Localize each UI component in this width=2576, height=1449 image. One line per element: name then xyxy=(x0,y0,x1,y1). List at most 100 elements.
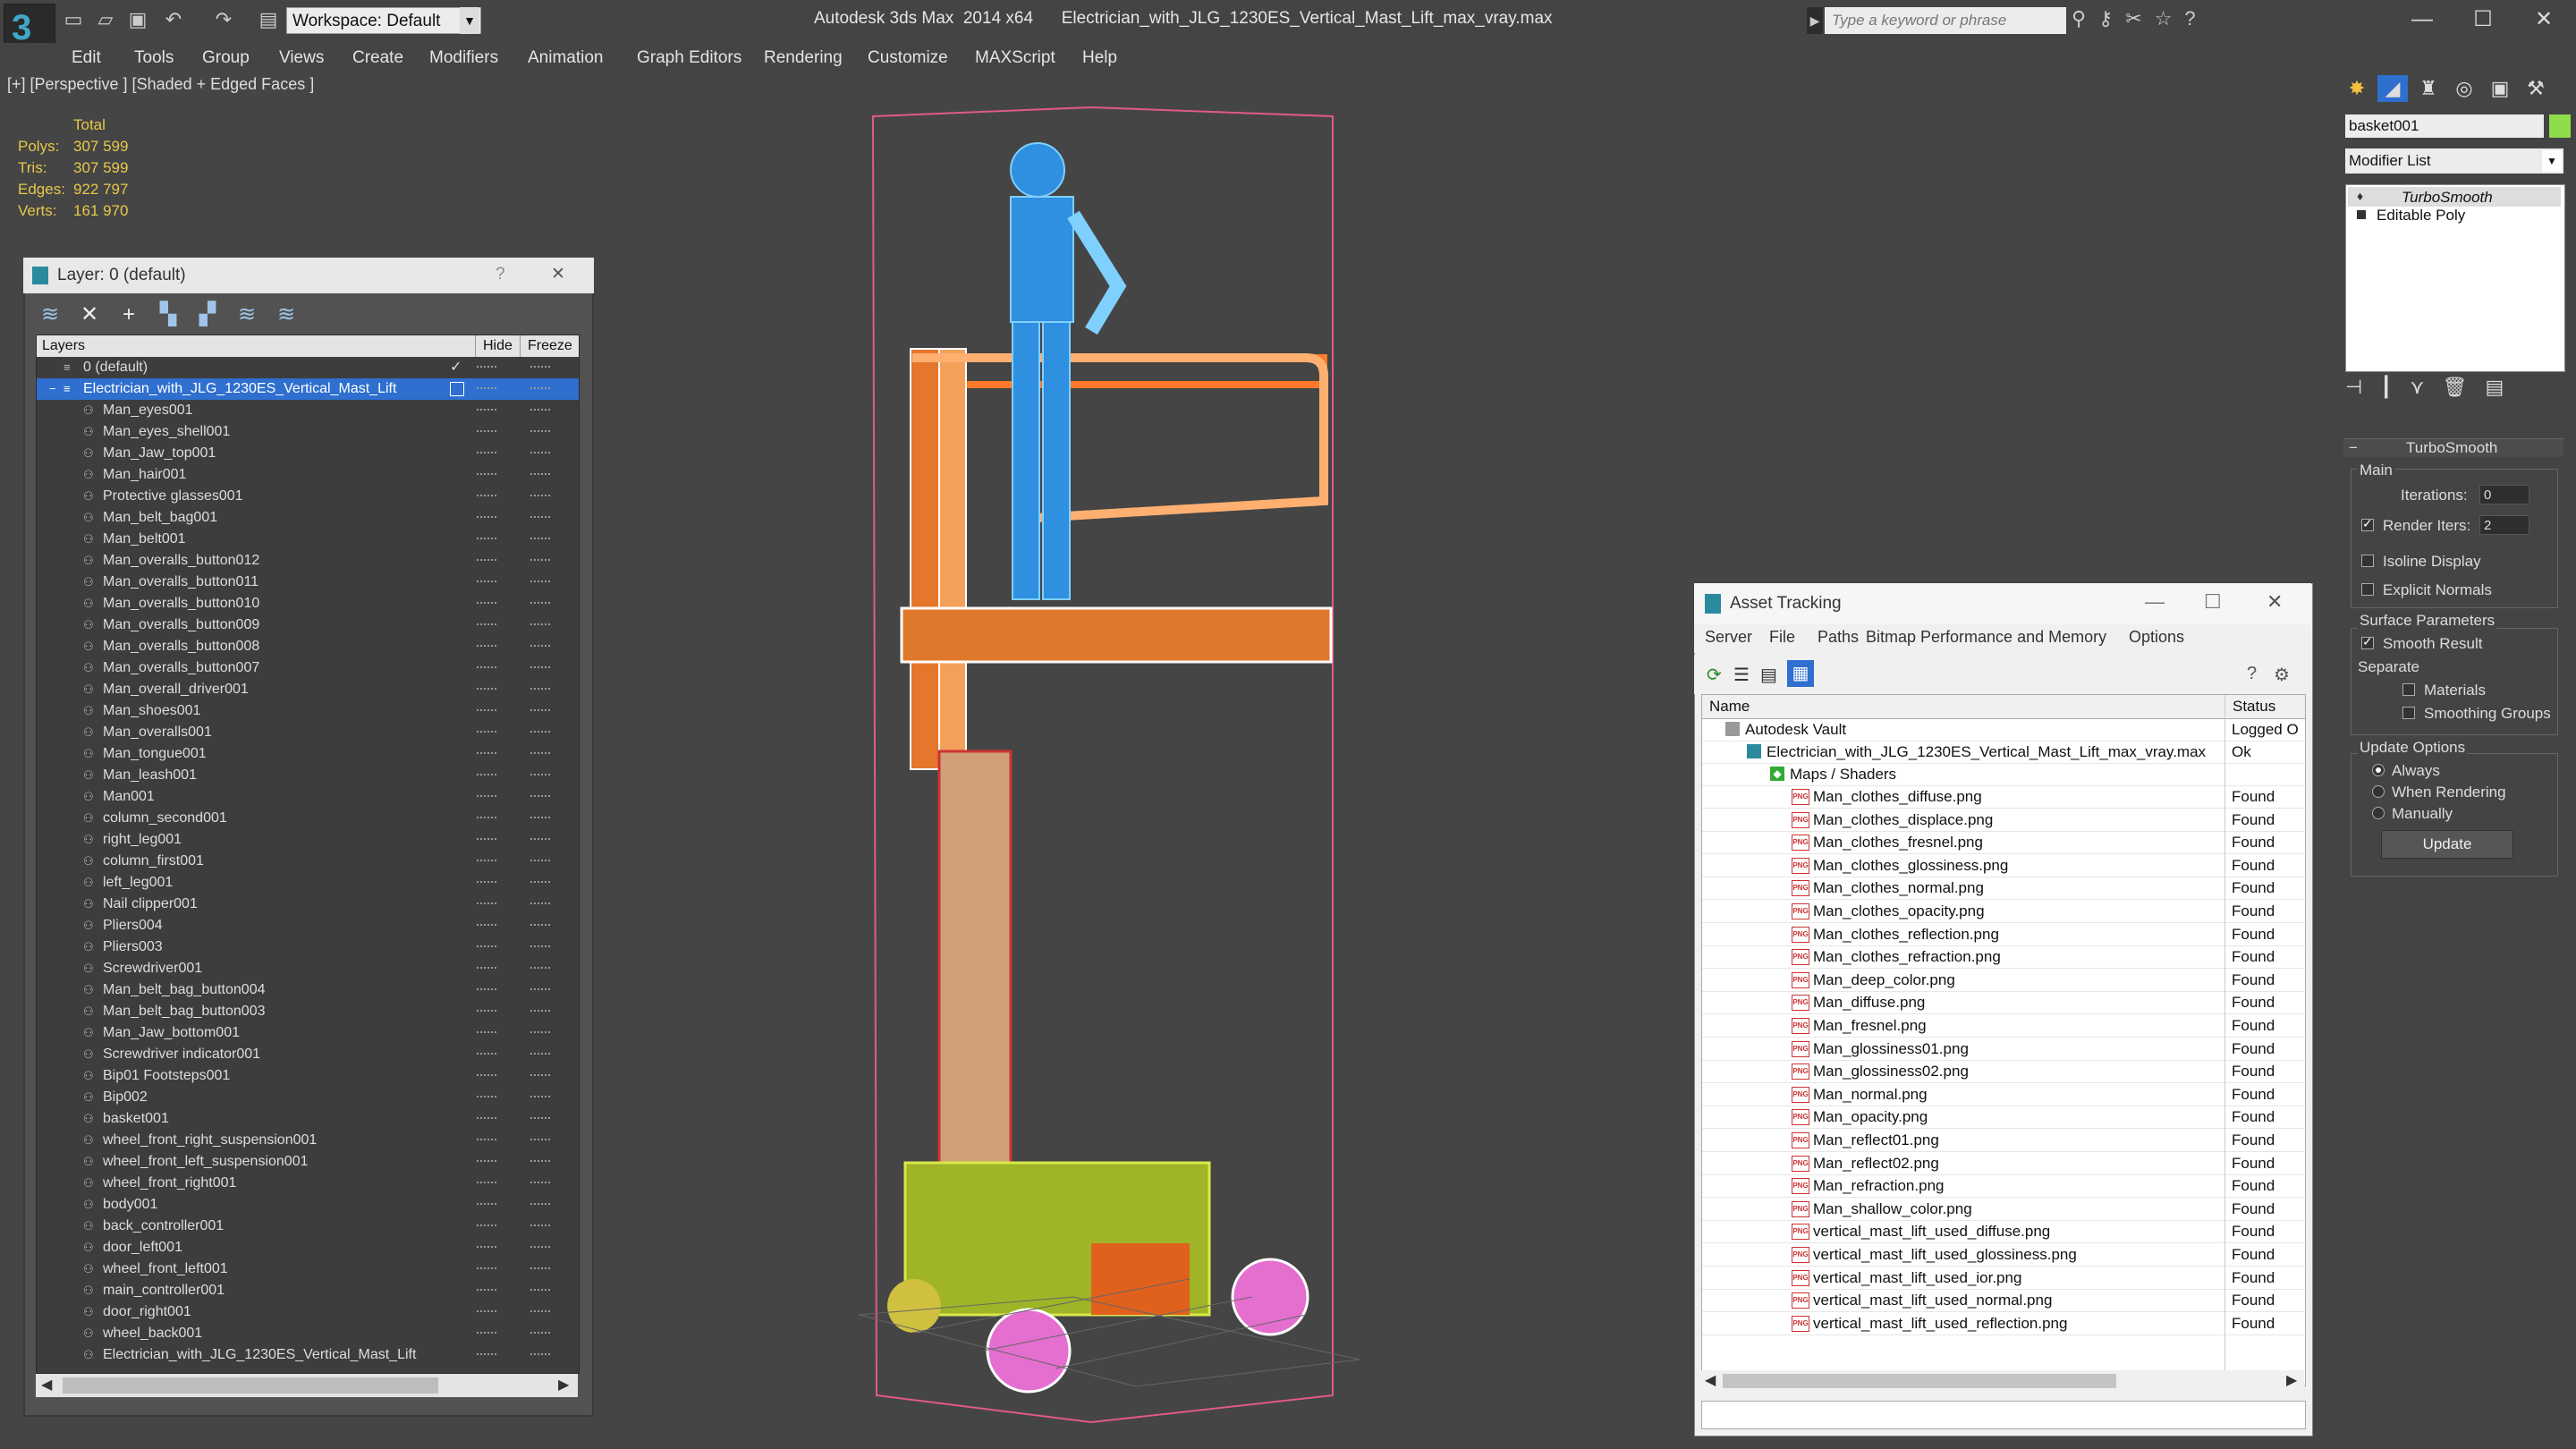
freeze-toggle[interactable] xyxy=(530,945,550,950)
scroll-thumb[interactable] xyxy=(1723,1374,2116,1388)
search-input[interactable]: Type a keyword or phrase xyxy=(1825,7,2066,34)
layer-object-row[interactable]: ⚇ Protective glasses001 xyxy=(37,486,579,507)
hide-toggle[interactable] xyxy=(477,1353,496,1358)
layer-object-row[interactable]: ⚇ Man_Jaw_bottom001 xyxy=(37,1022,579,1044)
layer-object-row[interactable]: ⚇ Man_hair001 xyxy=(37,464,579,486)
modifier-stack[interactable]: ♦ TurboSmooth Editable Poly xyxy=(2345,184,2565,372)
menu-views[interactable]: Views xyxy=(279,48,324,68)
layer-object-row[interactable]: ⚇ Man_eyes001 xyxy=(37,400,579,421)
freeze-toggle[interactable] xyxy=(530,1246,550,1250)
asset-map-row[interactable]: PNG Man_opacity.png Found xyxy=(1702,1106,2305,1130)
asset-map-row[interactable]: PNG Man_clothes_normal.png Found xyxy=(1702,877,2305,901)
hide-toggle[interactable] xyxy=(477,495,496,499)
freeze-toggle[interactable] xyxy=(530,623,550,628)
hide-toggle[interactable] xyxy=(477,967,496,971)
hide-toggle[interactable] xyxy=(477,1289,496,1293)
freeze-toggle[interactable] xyxy=(530,409,550,413)
freeze-toggle[interactable] xyxy=(530,774,550,778)
menu-rendering[interactable]: Rendering xyxy=(764,48,843,68)
collapse-icon[interactable]: − xyxy=(49,383,62,395)
freeze-toggle[interactable] xyxy=(530,538,550,542)
column-freeze[interactable]: Freeze xyxy=(520,335,572,357)
isoline-display-checkbox[interactable] xyxy=(2361,555,2374,567)
hide-toggle[interactable] xyxy=(477,902,496,907)
layer-object-row[interactable]: ⚇ Man_overall_driver001 xyxy=(37,679,579,700)
hide-toggle[interactable] xyxy=(477,602,496,606)
freeze-toggle[interactable] xyxy=(530,988,550,993)
hide-toggle[interactable] xyxy=(477,752,496,757)
asset-map-row[interactable]: PNG Man_clothes_fresnel.png Found xyxy=(1702,831,2305,855)
update-button[interactable]: Update xyxy=(2381,830,2513,859)
hide-toggle[interactable] xyxy=(477,988,496,993)
when-rendering-radio[interactable] xyxy=(2372,785,2385,798)
hide-toggle[interactable] xyxy=(477,1203,496,1208)
freeze-toggle[interactable] xyxy=(530,1117,550,1122)
materials-checkbox[interactable] xyxy=(2402,683,2415,696)
freeze-toggle[interactable] xyxy=(530,795,550,800)
freeze-toggle[interactable] xyxy=(530,688,550,692)
freeze-toggle[interactable] xyxy=(530,838,550,843)
hide-toggle[interactable] xyxy=(477,1010,496,1014)
hide-toggle[interactable] xyxy=(477,409,496,413)
menu-file[interactable]: File xyxy=(1769,628,1795,647)
layer-manager-titlebar[interactable]: Layer: 0 (default) ? ✕ xyxy=(23,258,594,293)
hide-toggle[interactable] xyxy=(477,430,496,435)
layer-object-row[interactable]: ⚇ Man_shoes001 xyxy=(37,700,579,722)
asset-map-row[interactable]: PNG Man_diffuse.png Found xyxy=(1702,991,2305,1015)
asset-map-row[interactable]: PNG vertical_mast_lift_used_reflection.pn… xyxy=(1702,1312,2305,1335)
column-status[interactable]: Status xyxy=(2224,695,2275,718)
hide-toggle[interactable] xyxy=(477,1096,496,1100)
layer-object-row[interactable]: ⚇ Man_overalls_button010 xyxy=(37,593,579,614)
layer-object-row[interactable]: ⚇ Man_belt_bag_button003 xyxy=(37,1001,579,1022)
hide-toggle[interactable] xyxy=(477,1139,496,1143)
hide-toggle[interactable] xyxy=(477,559,496,564)
hide-toggle[interactable] xyxy=(477,838,496,843)
hide-toggle[interactable] xyxy=(477,709,496,714)
column-layers[interactable]: Layers xyxy=(42,335,85,357)
hide-toggle[interactable] xyxy=(477,774,496,778)
hide-toggle[interactable] xyxy=(477,924,496,928)
freeze-toggle[interactable] xyxy=(530,1353,550,1358)
viewport-label[interactable]: [+] [Perspective ] [Shaded + Edged Faces… xyxy=(7,75,314,94)
hide-toggle[interactable] xyxy=(477,945,496,950)
freeze-toggle[interactable] xyxy=(530,1053,550,1057)
hide-toggle[interactable] xyxy=(477,1332,496,1336)
freeze-toggle[interactable] xyxy=(530,366,550,370)
chevron-down-icon[interactable]: ▼ xyxy=(2542,150,2562,172)
hide-toggle[interactable] xyxy=(477,1267,496,1272)
asset-horizontal-scrollbar[interactable]: ◀ ▶ xyxy=(1701,1370,2304,1392)
menu-maxscript[interactable]: MAXScript xyxy=(975,48,1055,68)
asset-map-row[interactable]: PNG vertical_mast_lift_used_glossiness.pn… xyxy=(1702,1243,2305,1267)
play-arrow-icon[interactable]: ▶ xyxy=(1807,7,1823,34)
help-button[interactable]: ? xyxy=(496,265,505,284)
layer-object-row[interactable]: ⚇ Man_Jaw_top001 xyxy=(37,443,579,464)
menu-paths[interactable]: Paths xyxy=(1818,628,1859,647)
asset-map-row[interactable]: PNG Man_reflect01.png Found xyxy=(1702,1129,2305,1152)
new-layer-icon[interactable]: ≋ xyxy=(36,301,64,329)
layer-horizontal-scrollbar[interactable]: ◀ ▶ xyxy=(36,1374,578,1397)
layer-object-row[interactable]: ⚇ Man_overalls001 xyxy=(37,722,579,743)
refresh-icon[interactable]: ⟳ xyxy=(1707,664,1728,685)
asset-map-row[interactable]: PNG vertical_mast_lift_used_ior.png Found xyxy=(1702,1267,2305,1290)
hide-toggle[interactable] xyxy=(477,538,496,542)
always-radio[interactable] xyxy=(2372,764,2385,776)
layer-object-row[interactable]: ⚇ main_controller001 xyxy=(37,1280,579,1301)
layer-object-row[interactable]: ⚇ wheel_front_left001 xyxy=(37,1258,579,1280)
delete-layer-icon[interactable]: ✕ xyxy=(75,301,104,329)
freeze-all-icon[interactable]: ≋ xyxy=(272,301,301,329)
scroll-thumb[interactable] xyxy=(63,1377,438,1394)
electrician-figure[interactable] xyxy=(1010,142,1127,600)
freeze-toggle[interactable] xyxy=(530,387,550,392)
remove-modifier-icon[interactable]: 🗑 xyxy=(2443,376,2486,398)
infocenter-toolbar[interactable]: ⚲⚷✂☆? xyxy=(2072,7,2250,34)
asset-map-row[interactable]: PNG Man_fresnel.png Found xyxy=(1702,1014,2305,1038)
hide-toggle[interactable] xyxy=(477,645,496,649)
iterations-spinner[interactable]: 0 xyxy=(2479,485,2529,504)
mast-lift[interactable] xyxy=(887,348,1333,1394)
hide-toggle[interactable] xyxy=(477,860,496,864)
active-check-icon[interactable]: ✓ xyxy=(450,357,462,378)
make-unique-icon[interactable]: ⋎ xyxy=(2410,376,2442,398)
freeze-toggle[interactable] xyxy=(530,1096,550,1100)
freeze-toggle[interactable] xyxy=(530,752,550,757)
layer-object-row[interactable]: ⚇ Pliers003 xyxy=(37,936,579,958)
